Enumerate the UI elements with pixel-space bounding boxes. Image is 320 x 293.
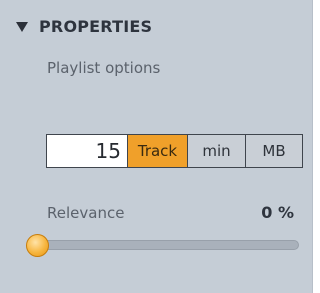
unit-track-button[interactable]: Track [128, 135, 188, 167]
panel-title: PROPERTIES [39, 17, 153, 36]
limit-control: 15 Track min MB [46, 134, 303, 168]
limit-value-input[interactable]: 15 [47, 135, 128, 167]
properties-header[interactable]: PROPERTIES [16, 17, 152, 36]
triangle-down-icon[interactable] [16, 22, 28, 32]
properties-panel: PROPERTIES Playlist options 15 Track min… [0, 0, 313, 293]
relevance-label: Relevance [47, 204, 125, 222]
relevance-slider-thumb[interactable] [26, 234, 49, 257]
unit-mb-button[interactable]: MB [246, 135, 302, 167]
relevance-slider-track[interactable] [36, 240, 299, 250]
relevance-value: 0 % [261, 203, 294, 222]
playlist-options-label: Playlist options [47, 59, 161, 77]
unit-min-button[interactable]: min [188, 135, 246, 167]
